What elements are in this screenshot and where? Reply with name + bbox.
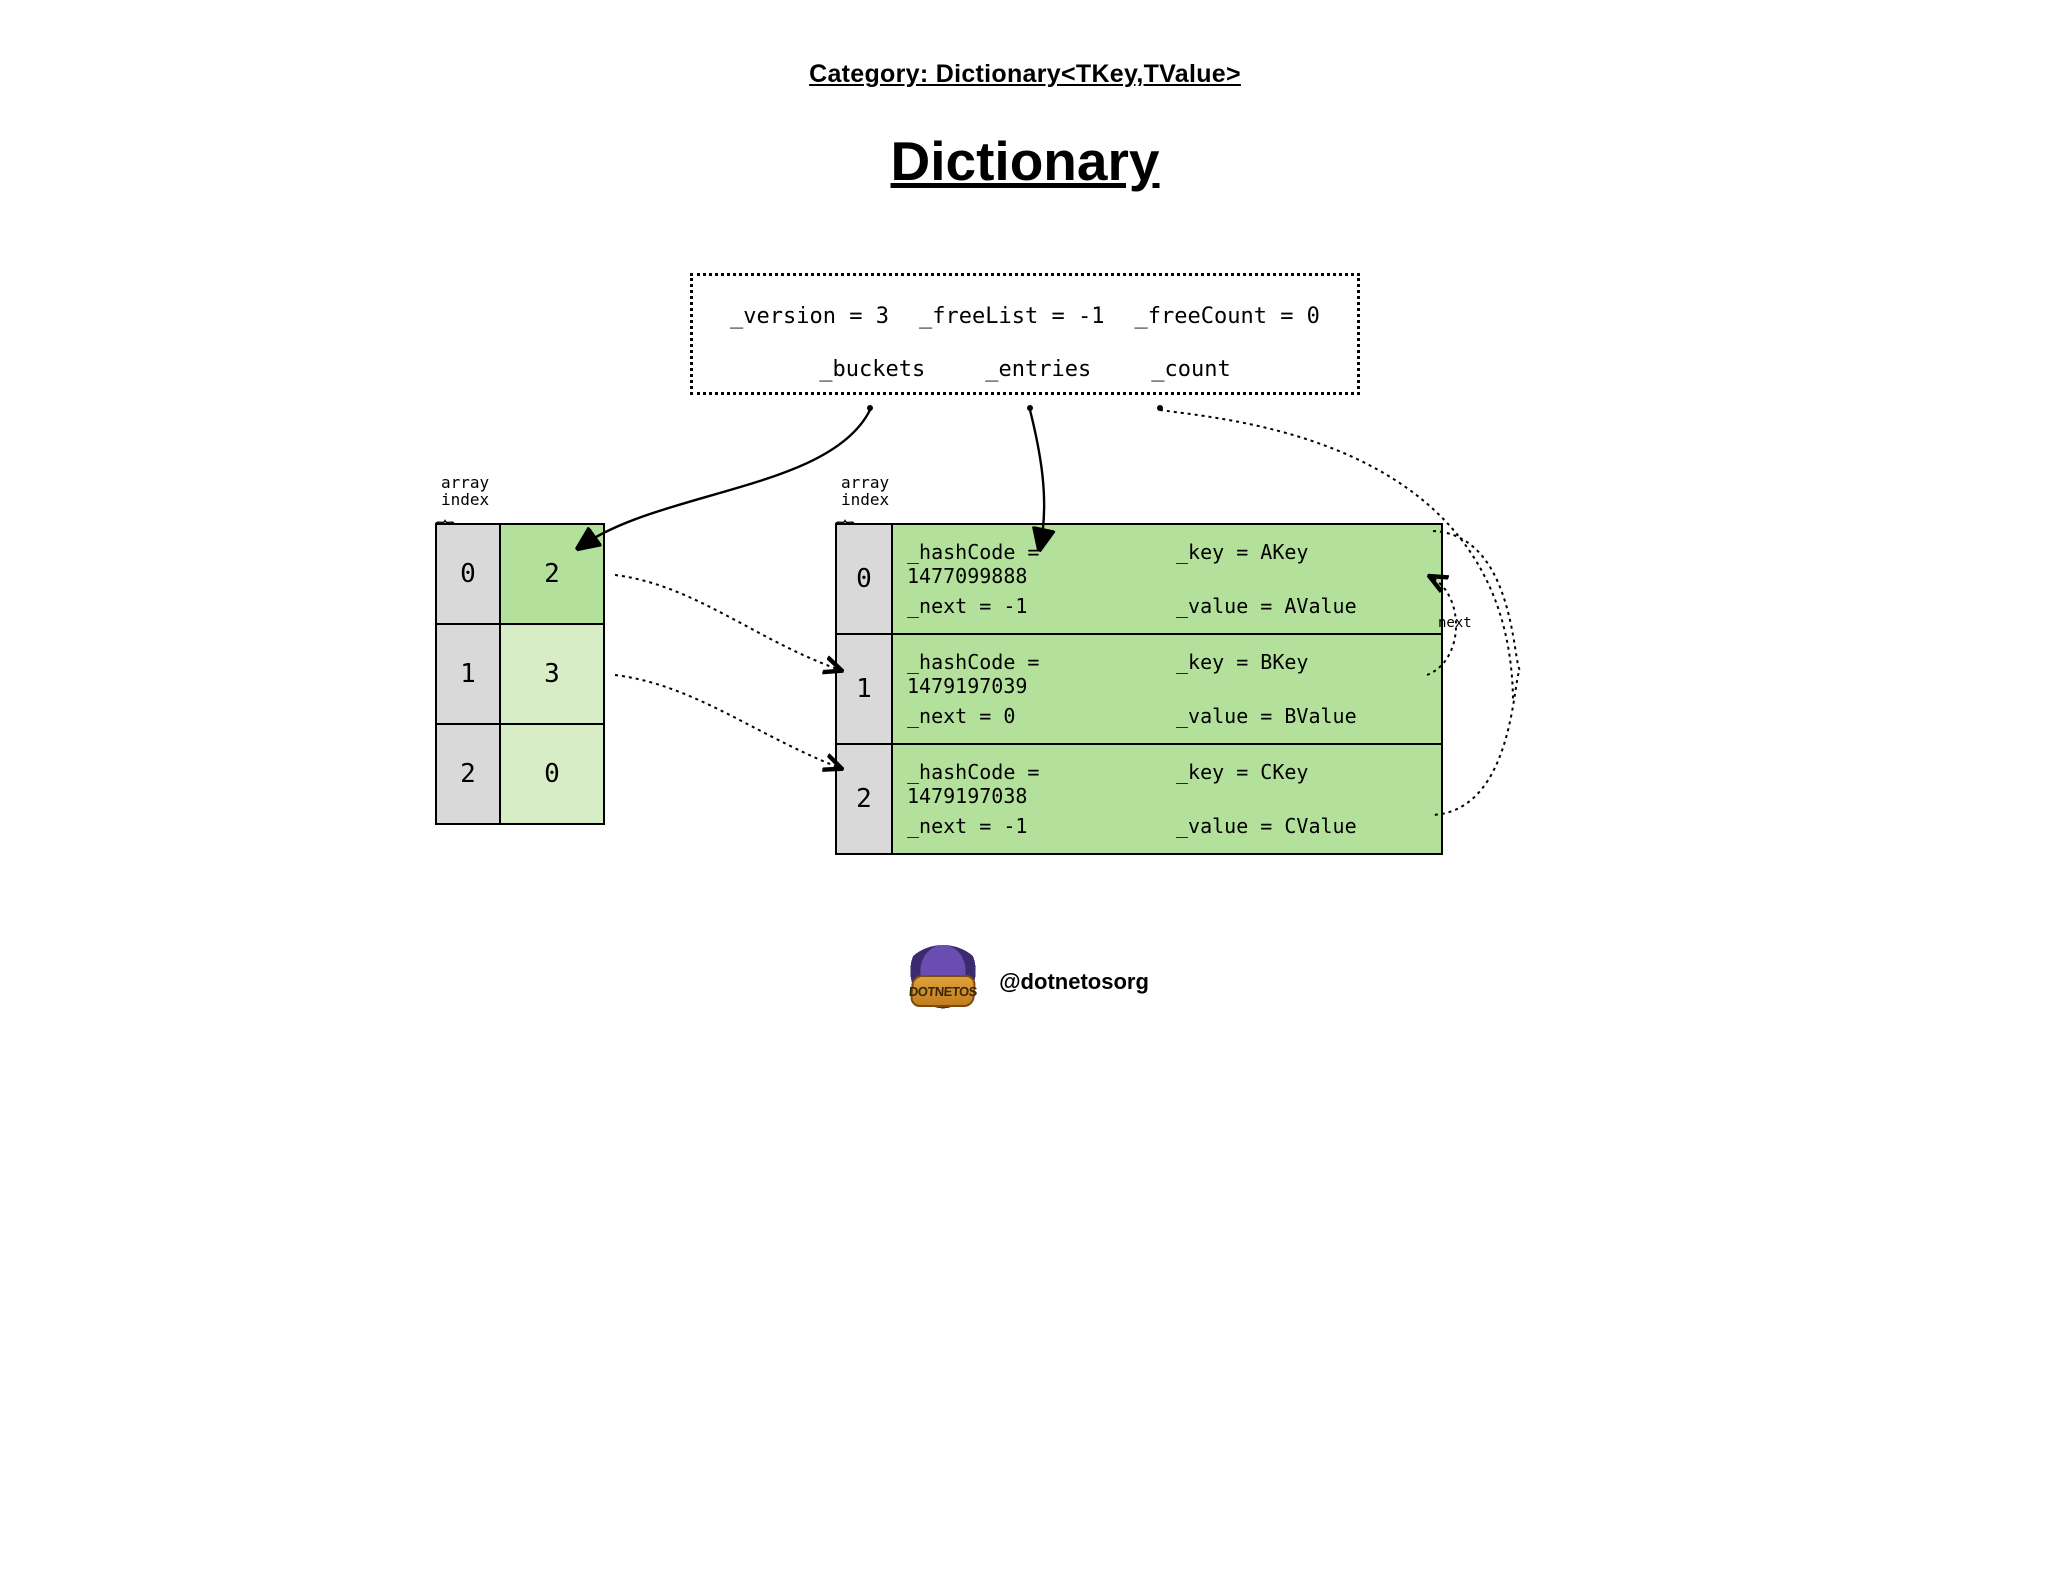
object-scalar-fields: _version = 3 _freeList = -1 _freeCount =…: [715, 304, 1335, 329]
table-row: 1 _hashCode = 1479197039 _key = BKey _ne…: [836, 634, 1442, 744]
bucket-value: 3: [500, 624, 604, 724]
object-reference-fields: _buckets _entries _count: [715, 357, 1335, 382]
bucket-index: 1: [436, 624, 500, 724]
footer-handle: @dotnetosorg: [999, 969, 1149, 995]
entry-cell: _hashCode = 1479197038 _key = CKey _next…: [892, 744, 1442, 854]
logo-banner: DOTNETOS: [910, 975, 976, 1007]
entry-next: _next = 0: [907, 704, 1158, 728]
entry-key: _key = AKey: [1176, 540, 1427, 588]
table-row: 0 _hashCode = 1477099888 _key = AKey _ne…: [836, 524, 1442, 634]
entry-next: _next = -1: [907, 594, 1158, 618]
table-row: 2 0: [436, 724, 604, 824]
entry-cell: _hashCode = 1477099888 _key = AKey _next…: [892, 524, 1442, 634]
next-chain-label: next: [1438, 615, 1472, 631]
entry-value: _value = CValue: [1176, 814, 1427, 838]
entry-hash: _hashCode = 1477099888: [907, 540, 1158, 588]
entry-index: 1: [836, 634, 892, 744]
arrays-area: array index ︷ 0 2 1 3 2 0 array index ︷: [435, 475, 1645, 855]
footer: DOTNETOS @dotnetosorg: [420, 945, 1630, 1019]
entries-brace: ︷: [835, 511, 1443, 523]
entry-key: _key = CKey: [1176, 760, 1427, 808]
entries-table: 0 _hashCode = 1477099888 _key = AKey _ne…: [835, 523, 1443, 855]
table-row: 0 2: [436, 524, 604, 624]
field-entries-label: _entries: [985, 357, 1091, 382]
entry-cell: _hashCode = 1479197039 _key = BKey _next…: [892, 634, 1442, 744]
table-row: 2 _hashCode = 1479197038 _key = CKey _ne…: [836, 744, 1442, 854]
entry-index: 0: [836, 524, 892, 634]
bucket-index: 0: [436, 524, 500, 624]
entry-index: 2: [836, 744, 892, 854]
category-heading: Category: Dictionary<TKey,TValue>: [420, 60, 1630, 89]
field-freecount: _freeCount = 0: [1135, 304, 1320, 329]
entries-array-index-label: array index: [841, 475, 1443, 509]
bucket-value: 2: [500, 524, 604, 624]
entries-array-block: array index ︷ 0 _hashCode = 1477099888 _…: [835, 475, 1443, 855]
bucket-value: 0: [500, 724, 604, 824]
buckets-array-index-label: array index: [441, 475, 605, 509]
entry-hash: _hashCode = 1479197039: [907, 650, 1158, 698]
buckets-array-block: array index ︷ 0 2 1 3 2 0: [435, 475, 605, 825]
field-buckets-label: _buckets: [819, 357, 925, 382]
entry-key: _key = BKey: [1176, 650, 1427, 698]
field-version: _version = 3: [730, 304, 889, 329]
table-row: 1 3: [436, 624, 604, 724]
entry-value: _value = AValue: [1176, 594, 1427, 618]
diagram-page: Category: Dictionary<TKey,TValue> Dictio…: [400, 0, 1650, 1059]
entry-value: _value = BValue: [1176, 704, 1427, 728]
buckets-brace: ︷: [435, 511, 605, 523]
dotnetos-logo: DOTNETOS: [901, 945, 985, 1019]
buckets-table: 0 2 1 3 2 0: [435, 523, 605, 825]
field-freelist: _freeList = -1: [919, 304, 1104, 329]
bucket-index: 2: [436, 724, 500, 824]
dictionary-object-box: _version = 3 _freeList = -1 _freeCount =…: [690, 273, 1360, 395]
entry-hash: _hashCode = 1479197038: [907, 760, 1158, 808]
page-title: Dictionary: [420, 129, 1630, 193]
field-count-label: _count: [1151, 357, 1230, 382]
entry-next: _next = -1: [907, 814, 1158, 838]
